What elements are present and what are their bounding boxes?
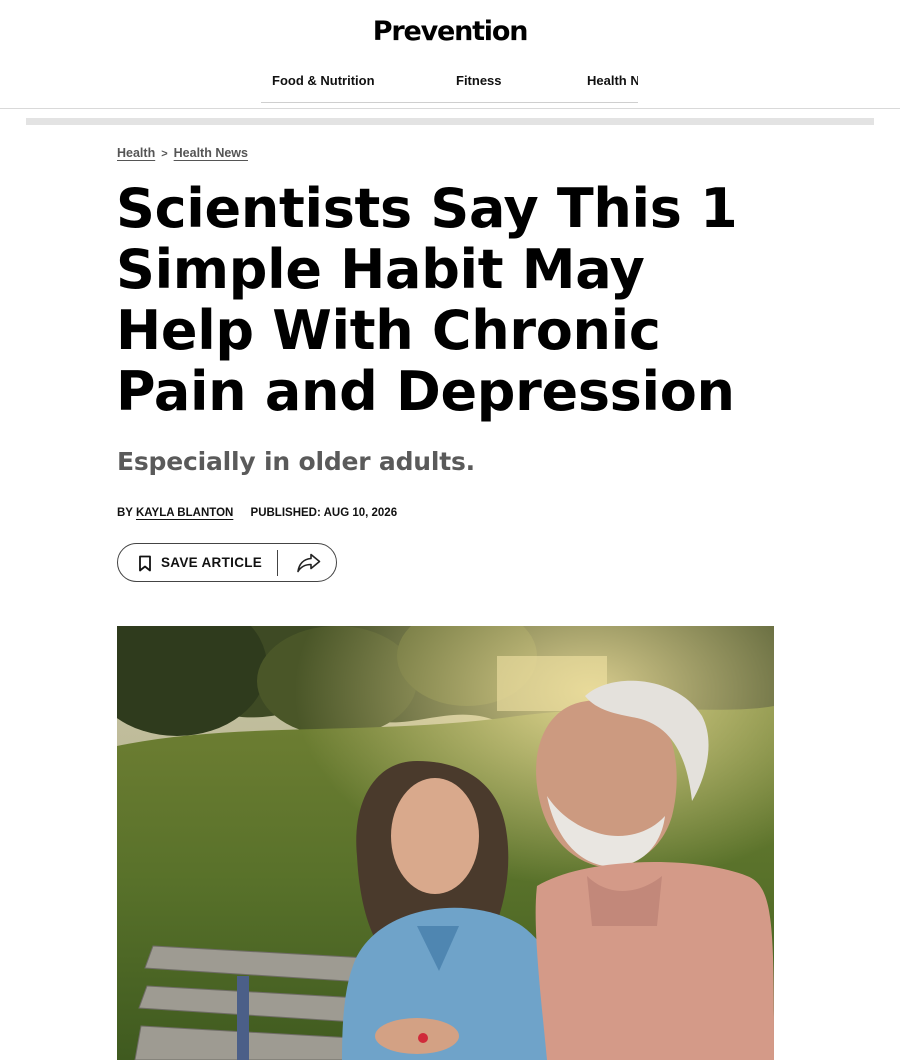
hero-image [117,626,774,1060]
ad-placeholder-strip [26,118,874,125]
breadcrumb-separator: > [161,148,168,160]
nav-item-health-news[interactable]: Health N [587,73,638,88]
nav-item-food-nutrition[interactable]: Food & Nutrition [272,73,375,88]
save-article-label: SAVE ARTICLE [161,555,263,570]
author-link[interactable]: KAYLA BLANTON [136,507,233,519]
article-headline: Scientists Say This 1 Simple Habit May H… [116,177,738,423]
hero-photo-couple-on-bench [117,626,774,1060]
article-actions: SAVE ARTICLE [117,543,337,582]
nav-item-fitness[interactable]: Fitness [456,73,502,88]
byline-prefix: BY [117,507,133,519]
share-icon[interactable] [296,552,322,574]
actions-divider [277,550,278,576]
published-date: PUBLISHED: AUG 10, 2026 [250,507,398,519]
breadcrumb-link-health[interactable]: Health [117,146,155,160]
breadcrumb-link-health-news[interactable]: Health News [174,146,248,160]
main-nav: Food & Nutrition Fitness Health N [261,64,638,103]
site-logo[interactable]: Prevention [0,16,900,47]
breadcrumb: Health > Health News [117,146,248,160]
bookmark-icon [139,555,151,572]
save-article-button[interactable]: SAVE ARTICLE [118,544,278,583]
article-dek: Especially in older adults. [117,447,475,476]
byline: BY KAYLA BLANTON PUBLISHED: AUG 10, 2026 [117,507,397,519]
site-header: Prevention Food & Nutrition Fitness Heal… [0,0,900,109]
